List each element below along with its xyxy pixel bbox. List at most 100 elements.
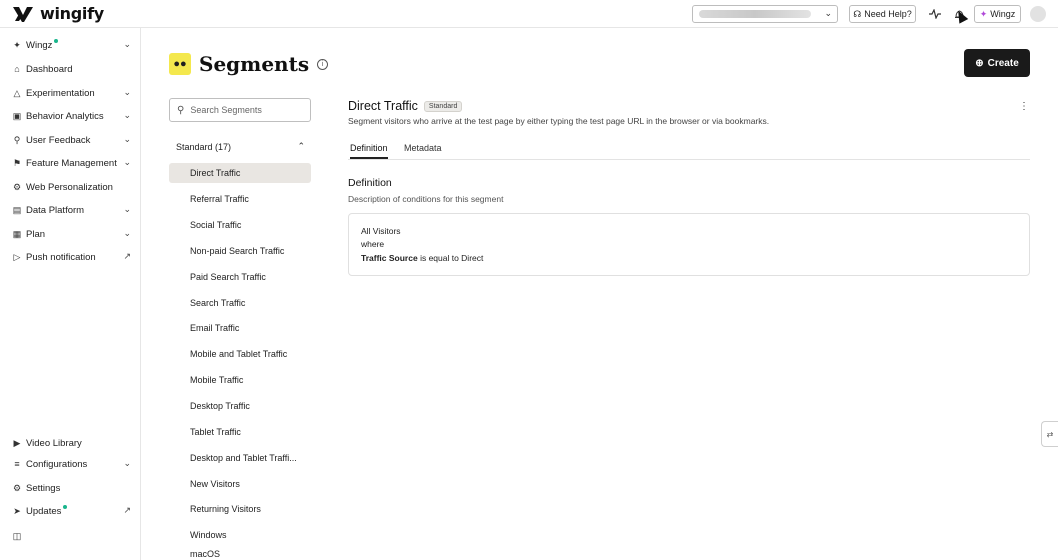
sidebar-item-settings[interactable]: ⚙ Settings bbox=[0, 478, 141, 498]
create-label: Create bbox=[987, 57, 1019, 69]
need-help-button[interactable]: ☊ Need Help? bbox=[849, 5, 916, 23]
segments-icon: ●● bbox=[169, 53, 191, 75]
sliders-icon: ≡ bbox=[14, 459, 20, 469]
new-indicator-dot bbox=[54, 39, 59, 43]
condition-box: All Visitors where Traffic Source is equ… bbox=[348, 213, 1030, 276]
sidebar-item-plan[interactable]: ▦ Plan ⌄ bbox=[0, 224, 141, 244]
activity-icon[interactable] bbox=[928, 7, 942, 21]
sidebar-item-push-notification[interactable]: ▷ Push notification ↗ bbox=[0, 247, 141, 267]
segment-item-windows[interactable]: Windows bbox=[169, 525, 311, 545]
segment-item-social-traffic[interactable]: Social Traffic bbox=[169, 215, 311, 235]
avatar[interactable] bbox=[1030, 6, 1046, 22]
segment-item-label: Social Traffic bbox=[190, 220, 242, 230]
segment-item-referral-traffic[interactable]: Referral Traffic bbox=[169, 189, 311, 209]
more-options-icon[interactable]: ⋮ bbox=[1019, 101, 1029, 112]
new-indicator-dot bbox=[63, 505, 68, 509]
page-header: ●● Segments i bbox=[169, 52, 329, 76]
chevron-down-icon: ⌄ bbox=[123, 157, 131, 167]
condition-field: Traffic Source bbox=[361, 253, 418, 263]
segment-item-mobile-traffic[interactable]: Mobile Traffic bbox=[169, 370, 311, 390]
segment-item-label: Non-paid Search Traffic bbox=[190, 246, 285, 256]
sidebar-item-label: Video Library bbox=[26, 437, 82, 449]
headset-icon: ☊ bbox=[853, 8, 862, 19]
rocket-icon: ➤ bbox=[13, 505, 21, 516]
sidebar-item-label: Web Personalization bbox=[26, 181, 113, 193]
segment-item-tablet-traffic[interactable]: Tablet Traffic bbox=[169, 422, 311, 442]
chevron-down-icon: ⌄ bbox=[123, 87, 131, 97]
search-input[interactable] bbox=[190, 105, 301, 115]
condition-operator-value: is equal to Direct bbox=[420, 253, 484, 263]
tab-definition[interactable]: Definition bbox=[350, 143, 388, 159]
segment-item-label: Direct Traffic bbox=[190, 168, 241, 178]
database-icon: ▤ bbox=[12, 204, 22, 215]
segment-item-email-traffic[interactable]: Email Traffic bbox=[169, 318, 311, 338]
sidebar-item-user-feedback[interactable]: ⚲ User Feedback ⌄ bbox=[0, 130, 141, 150]
segment-item-desktop-tablet[interactable]: Desktop and Tablet Traffi... bbox=[169, 448, 311, 468]
segment-item-mobile-tablet[interactable]: Mobile and Tablet Traffic bbox=[169, 344, 311, 364]
segment-name: Direct Traffic bbox=[348, 99, 418, 113]
calendar-icon: ▦ bbox=[12, 228, 22, 239]
segment-item-desktop-traffic[interactable]: Desktop Traffic bbox=[169, 396, 311, 416]
chevron-down-icon: ⌄ bbox=[123, 204, 131, 214]
home-icon: ⌂ bbox=[14, 64, 20, 74]
sidebar-item-data-platform[interactable]: ▤ Data Platform ⌄ bbox=[0, 200, 141, 220]
sidebar-item-label: Dashboard bbox=[26, 63, 73, 75]
section-subtitle: Description of conditions for this segme… bbox=[348, 194, 504, 204]
analytics-icon: ▣ bbox=[12, 110, 22, 121]
segment-item-new-visitors[interactable]: New Visitors bbox=[169, 474, 311, 494]
chevron-down-icon: ⌄ bbox=[123, 134, 131, 144]
logo[interactable]: wingify bbox=[12, 4, 104, 23]
need-help-label: Need Help? bbox=[864, 9, 912, 19]
chevron-down-icon: ⌄ bbox=[123, 228, 131, 238]
sidebar-item-label: Push notification bbox=[26, 251, 96, 263]
translate-icon[interactable]: ⇄ bbox=[1041, 421, 1058, 447]
sidebar-item-video-library[interactable]: ▶ Video Library bbox=[0, 433, 141, 453]
sidebar-toggle-icon: ◫ bbox=[12, 530, 22, 541]
external-link-icon: ↗ bbox=[123, 505, 131, 515]
condition-rule: Traffic Source is equal to Direct bbox=[361, 253, 483, 263]
info-icon[interactable]: i bbox=[317, 58, 329, 70]
segment-item-macos[interactable]: macOS bbox=[169, 549, 311, 560]
feedback-icon: ⚲ bbox=[13, 134, 21, 145]
segment-item-label: New Visitors bbox=[190, 479, 240, 489]
chevron-down-icon: ⌄ bbox=[123, 110, 131, 120]
create-button[interactable]: ⊕ Create bbox=[964, 49, 1030, 77]
plus-circle-icon: ⊕ bbox=[975, 57, 984, 69]
sidebar-item-label: User Feedback bbox=[26, 134, 91, 146]
sidebar-item-label: Updates bbox=[26, 505, 62, 517]
sidebar-item-feature-management[interactable]: ⚑ Feature Management ⌄ bbox=[0, 153, 141, 173]
tab-metadata[interactable]: Metadata bbox=[404, 143, 442, 157]
sidebar-item-dashboard[interactable]: ⌂ Dashboard bbox=[0, 59, 141, 79]
segment-item-paid-search[interactable]: Paid Search Traffic bbox=[169, 267, 311, 287]
sidebar-item-label: Feature Management bbox=[26, 157, 117, 169]
segment-item-label: Referral Traffic bbox=[190, 194, 249, 204]
external-link-icon: ↗ bbox=[123, 251, 131, 261]
segment-item-returning-visitors[interactable]: Returning Visitors bbox=[169, 499, 311, 519]
sidebar-item-label: Plan bbox=[26, 228, 46, 240]
sidebar-item-web-personalization[interactable]: ⚙ Web Personalization bbox=[0, 177, 141, 197]
segment-item-label: Mobile and Tablet Traffic bbox=[190, 349, 288, 359]
condition-audience: All Visitors bbox=[361, 226, 401, 236]
sidebar-item-label: Configurations bbox=[26, 458, 88, 470]
segment-group-header[interactable]: Standard (17) ⌃ bbox=[169, 136, 311, 158]
segment-item-non-paid-search[interactable]: Non-paid Search Traffic bbox=[169, 241, 311, 261]
sidebar-item-label: Experimentation bbox=[26, 87, 95, 99]
main-content: ●● Segments i ⊕ Create ⚲ Standard (17) ⌃… bbox=[141, 28, 1058, 560]
segment-item-direct-traffic[interactable]: Direct Traffic bbox=[169, 163, 311, 183]
sidebar-item-behavior-analytics[interactable]: ▣ Behavior Analytics ⌄ bbox=[0, 106, 141, 126]
sidebar-item-label: Wingz bbox=[26, 39, 53, 51]
wingz-label: Wingz bbox=[990, 9, 1016, 19]
group-label: Standard (17) bbox=[176, 142, 232, 152]
sidebar-item-experimentation[interactable]: △ Experimentation ⌄ bbox=[0, 83, 141, 103]
sidebar-collapse-button[interactable]: ◫ bbox=[0, 526, 141, 546]
segment-search[interactable]: ⚲ bbox=[169, 98, 311, 122]
sidebar-item-wingz[interactable]: ✦ Wingz ⌄ bbox=[0, 35, 141, 55]
wingz-button[interactable]: ✦ Wingz bbox=[974, 5, 1021, 23]
sidebar-item-updates[interactable]: ➤ Updates ↗ bbox=[0, 501, 141, 521]
workspace-select[interactable]: ⌄ bbox=[692, 5, 838, 23]
segment-item-search-traffic[interactable]: Search Traffic bbox=[169, 293, 311, 313]
gear-icon: ⚙ bbox=[12, 482, 22, 493]
segment-item-label: Tablet Traffic bbox=[190, 427, 241, 437]
chevron-down-icon: ⌄ bbox=[824, 8, 832, 18]
sidebar-item-configurations[interactable]: ≡ Configurations ⌄ bbox=[0, 454, 141, 474]
